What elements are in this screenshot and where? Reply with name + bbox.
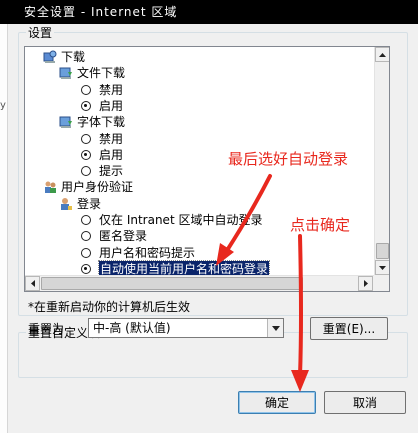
arrow-down-icon (379, 265, 386, 270)
tree-item-label[interactable]: 自动使用当前用户名和密码登录 (97, 259, 271, 275)
tree-option-row[interactable]: 禁用 (25, 82, 374, 98)
vertical-scroll-thumb[interactable] (376, 243, 389, 259)
scroll-down-button[interactable] (375, 260, 389, 275)
settings-tree[interactable]: 下载 文件下载 禁用 启用 字体下载 禁用 启用 提示 用户身份验证 登录 仅在 Intranet … (24, 46, 390, 292)
reset-to-label: 重置为 (28, 322, 65, 336)
radio-button[interactable] (81, 231, 91, 242)
annotation-select-auto-login: 最后选好自动登录 (228, 150, 349, 168)
users-icon (43, 180, 57, 194)
cancel-button[interactable]: 取消 (324, 391, 406, 414)
tree-node-row[interactable]: 登录 (25, 196, 374, 212)
user-login-icon (59, 197, 73, 211)
tree-item-label: 下载 (61, 50, 86, 64)
scroll-left-button[interactable] (25, 276, 40, 291)
scroll-up-button[interactable] (375, 47, 389, 62)
tree-node-row[interactable]: 字体下载 (25, 114, 374, 130)
radio-button[interactable] (81, 166, 91, 177)
tree-item-label[interactable]: 用户名和密码提示 (99, 245, 195, 261)
tree-item-label[interactable]: 禁用 (99, 82, 123, 98)
horizontal-scroll-thumb[interactable] (41, 277, 303, 290)
scrollbar-corner (374, 275, 389, 291)
tree-option-row[interactable]: 禁用 (25, 131, 374, 147)
tree-option-row[interactable]: 启用 (25, 98, 374, 114)
arrow-left-icon (30, 280, 35, 287)
dropdown-arrow-icon[interactable] (267, 319, 283, 337)
reset-level-select[interactable]: 中-高 (默认值) (88, 318, 284, 338)
tree-item-label[interactable]: 启用 (99, 98, 123, 114)
download-node-icon (59, 115, 73, 129)
background-text-fragment: y (0, 100, 6, 111)
window-title: 安全设置 - Internet 区域 (0, 0, 418, 24)
vertical-scrollbar[interactable] (374, 47, 389, 275)
tree-item-label[interactable]: 匿名登录 (99, 228, 147, 244)
tree-option-row[interactable]: 自动使用当前用户名和密码登录 (25, 259, 374, 275)
tree-item-label: 用户身份验证 (61, 180, 134, 195)
tree-item-label[interactable]: 仅在 Intranet 区域中自动登录 (99, 212, 262, 228)
tree-option-row[interactable]: 用户名和密码提示 (25, 245, 374, 261)
tree-item-label[interactable]: 提示 (99, 163, 123, 179)
tree-item-label: 字体下载 (77, 115, 126, 130)
arrow-right-icon (363, 280, 368, 287)
tree-item-label: 文件下载 (77, 66, 126, 81)
tree-item-label: 登录 (77, 196, 102, 211)
radio-button[interactable] (81, 263, 91, 274)
radio-button[interactable] (81, 247, 91, 258)
background-window-edge: y (0, 0, 8, 433)
tree-item-label[interactable]: 启用 (99, 147, 123, 163)
tree-node-row[interactable]: 用户身份验证 (25, 179, 374, 195)
arrow-up-icon (379, 52, 386, 57)
restart-note: *在重新启动你的计算机后生效 (28, 300, 191, 314)
settings-node-icon (43, 50, 57, 64)
radio-button[interactable] (81, 215, 91, 225)
scroll-right-button[interactable] (358, 276, 373, 291)
reset-level-value: 中-高 (默认值) (93, 321, 171, 335)
radio-button[interactable] (81, 133, 91, 144)
tree-node-row[interactable]: 文件下载 (25, 65, 374, 81)
annotation-click-ok: 点击确定 (290, 216, 351, 234)
radio-button[interactable] (81, 84, 91, 95)
download-node-icon (59, 66, 73, 80)
tree-item-label[interactable]: 禁用 (99, 131, 123, 147)
tree-node-row[interactable]: 下载 (25, 49, 374, 65)
horizontal-scrollbar[interactable] (25, 275, 374, 291)
radio-button[interactable] (81, 100, 91, 111)
reset-button[interactable]: 重置(E)... (310, 317, 388, 340)
ok-button[interactable]: 确定 (238, 391, 316, 414)
radio-button[interactable] (81, 149, 91, 160)
settings-group-label: 设置 (26, 26, 55, 40)
